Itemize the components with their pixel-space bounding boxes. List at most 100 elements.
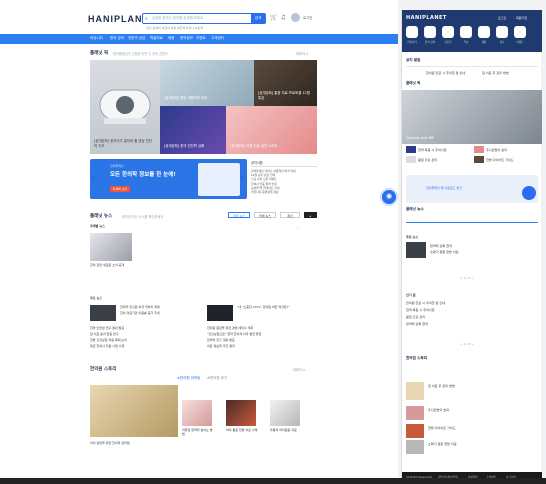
- nav-item[interactable]: 학술자료: [150, 36, 163, 41]
- latest2-item[interactable]: "내 "소중한 CCTV, 한의원 어떤 역할은?": [237, 305, 290, 309]
- tab-news-latest[interactable]: 최신: [280, 212, 300, 218]
- login-link[interactable]: 로그인: [303, 15, 312, 20]
- mobile-list-item[interactable]: 봄철 건강 관리: [406, 314, 536, 319]
- mobile-thumb[interactable]: [406, 424, 424, 438]
- story-item[interactable]: 두통과 어지럼증 치료: [270, 428, 302, 446]
- mobile-thumb[interactable]: [406, 146, 416, 153]
- mobile-menu-icon[interactable]: [514, 26, 526, 38]
- mobile-thumb[interactable]: [474, 146, 484, 153]
- story-main-image[interactable]: [90, 385, 178, 437]
- nav-item[interactable]: 한의 강좌: [110, 36, 124, 41]
- topic-thumbnail[interactable]: [90, 233, 132, 261]
- latest-item[interactable]: 한의학 연구원 외국 학술지 게재: [120, 305, 160, 309]
- latest2-item[interactable]: 한의원 원장을 위한 경영 세미나 개최: [207, 326, 253, 330]
- latest2-item[interactable]: "건강보험으로" 협약 한의계 이후 발전 방향: [207, 332, 261, 336]
- tab-news-hani[interactable]: 한의 뉴스: [228, 212, 250, 218]
- chevron-right-icon[interactable]: ›: [241, 175, 243, 182]
- avatar[interactable]: [291, 13, 300, 22]
- banner-button[interactable]: 자세히 보기: [110, 186, 130, 192]
- featured-tile[interactable]: [공개강좌] 통증 치료 프로토콜 12월 특강: [254, 60, 317, 106]
- latest-item[interactable]: 침 치료 효과 입증 연구: [90, 332, 119, 336]
- mobile-list-item[interactable]: 추나요법의 효과: [486, 147, 536, 152]
- story-thumbnail[interactable]: [226, 400, 256, 426]
- bell-icon[interactable]: ♫: [280, 14, 288, 21]
- mobile-chat-fab-button[interactable]: [522, 186, 536, 200]
- featured-tile[interactable]: [공개강좌] 한방 재활의학 특강: [160, 60, 254, 106]
- search-input[interactable]: 궁금한 한의사 정보를 검색해 보세요: [152, 15, 203, 20]
- featured-tile[interactable]: [공개강좌] 한의사가 알아야 할 영상 진단의 기초: [90, 60, 160, 154]
- mobile-list-item[interactable]: 한방 다이어트 가이드: [428, 425, 536, 430]
- mobile-list-item[interactable]: 한의원 진료 시 주의할 점 안내: [406, 300, 536, 305]
- nav-item[interactable]: 한의정보: [180, 36, 193, 41]
- mobile-menu-icon[interactable]: [442, 26, 454, 38]
- latest-item[interactable]: 한약 안전성 연구 결과 발표: [90, 326, 124, 330]
- notice-item[interactable]: 커뮤니티 운영정책 개정: [251, 190, 317, 194]
- nav-item[interactable]: 채용: [168, 36, 174, 41]
- search-bar[interactable]: ⌕ 궁금한 한의사 정보를 검색해 보세요 검색: [142, 13, 266, 24]
- story-thumbnail[interactable]: [270, 400, 300, 426]
- story-tab[interactable]: #한의원 후기: [207, 376, 227, 380]
- promo-banner[interactable]: 한의플래닛 모든 한의학 정보를 한 눈에! 자세히 보기: [90, 159, 247, 199]
- mobile-thumb[interactable]: [406, 440, 424, 454]
- mobile-list-item[interactable]: 침 치료 후 관리 방법: [482, 70, 509, 75]
- mobile-list-item[interactable]: 소화기 질환 한방 치료: [428, 441, 536, 446]
- mobile-list-item[interactable]: 한약 복용 시 주의사항: [406, 307, 536, 312]
- featured-tile[interactable]: [공개강좌] 약침 치료 실전 노하우: [226, 106, 317, 154]
- cart-icon[interactable]: 🛒: [270, 14, 280, 21]
- latest2-item[interactable]: 한의약 진흥 계획 발표: [207, 338, 235, 342]
- mobile-list-item[interactable]: 추나요법의 효과: [428, 407, 536, 412]
- nav-item[interactable]: 전문가 상담: [128, 36, 145, 41]
- mobile-list-item[interactable]: 한의원 진료 시 주의할 점 안내: [426, 70, 465, 75]
- mobile-menu-icon[interactable]: [460, 26, 472, 38]
- mobile-list-item[interactable]: 소화기 질환 한방 치료: [430, 249, 536, 254]
- mobile-menu-icon[interactable]: [496, 26, 508, 38]
- latest-item[interactable]: 청년 한의사 지원 사업 시행: [90, 344, 124, 348]
- story-thumbnail[interactable]: [182, 400, 212, 426]
- chevron-left-icon[interactable]: ‹: [92, 175, 94, 182]
- story-item[interactable]: 허리 통증 한방 치료 사례: [226, 428, 258, 446]
- mobile-list-item[interactable]: 침 치료 후 관리 방법: [428, 383, 536, 388]
- mobile-signup-link[interactable]: 회원가입: [516, 16, 527, 20]
- mobile-thumb[interactable]: [406, 406, 424, 420]
- latest2-item[interactable]: 의료 정보화 추진 결과: [207, 344, 235, 348]
- mobile-menu-icon[interactable]: [424, 26, 436, 38]
- nav-item[interactable]: 커뮤니티: [90, 36, 103, 41]
- mobile-logo[interactable]: HANIPLANET: [406, 15, 447, 21]
- latest-item[interactable]: 한의 의료기관 이용률 증가 추세: [120, 311, 160, 315]
- chat-fab-button[interactable]: ◉: [380, 188, 398, 206]
- mobile-menu-icon[interactable]: [478, 26, 490, 38]
- hot-tags[interactable]: 인기 검색어 #한의 #침 #한약 #추나 #보약: [146, 26, 203, 30]
- search-button[interactable]: 검색: [251, 14, 265, 23]
- mobile-list-item[interactable]: 한약 복용 시 주의사항: [418, 147, 468, 152]
- mobile-thumb[interactable]: [474, 156, 484, 163]
- mobile-menu-icon[interactable]: [406, 26, 418, 38]
- mobile-thumb[interactable]: [406, 156, 416, 163]
- mobile-app-banner[interactable]: 한의플래닛 앱 다운로드 받기: [406, 175, 538, 203]
- nav-item[interactable]: 이벤트: [196, 36, 206, 41]
- mobile-list-item[interactable]: 면역력 강화 한약: [406, 321, 536, 326]
- mobile-view: HANIPLANET 로그인 회원가입 커뮤니티 한의 강좌 전문가 학술 채용…: [401, 10, 542, 484]
- mobile-list-item[interactable]: 면역력 강화 한약: [430, 243, 536, 248]
- tab-news-all[interactable]: 전체 뉴스: [254, 212, 276, 218]
- tile-caption: [공개강좌] 통증 치료 프로토콜 12월 특강: [258, 91, 310, 100]
- mobile-list-item[interactable]: 한방 다이어트 가이드: [486, 157, 536, 162]
- topic-pager[interactable]: ‹ ›: [296, 226, 299, 230]
- mobile-thumb[interactable]: [406, 242, 426, 258]
- featured-more-link[interactable]: 더보기 >: [296, 51, 308, 56]
- topic-caption[interactable]: 한의 관련 새로운 소식 공개: [90, 263, 134, 275]
- latest-thumbnail[interactable]: [90, 305, 116, 321]
- mobile-pager[interactable]: < 1 / 5 >: [460, 342, 474, 346]
- nav-item[interactable]: 고객센터: [211, 36, 224, 41]
- mobile-pager[interactable]: < 1 / 5 >: [460, 276, 474, 280]
- mobile-thumb[interactable]: [406, 382, 424, 400]
- story-tab[interactable]: #한의원 마케팅: [177, 376, 200, 380]
- latest-item[interactable]: 한방 건강보험 적용 확대 논의: [90, 338, 127, 342]
- story-more-link[interactable]: 더보기 >: [293, 367, 305, 372]
- mobile-list-item[interactable]: 봄철 건강 관리: [418, 157, 468, 162]
- tab-news-more[interactable]: ▸: [304, 212, 317, 218]
- mobile-login-link[interactable]: 로그인: [498, 16, 506, 20]
- featured-tile[interactable]: [공개강좌] 한의 진단학 심화: [160, 106, 226, 154]
- story-item[interactable]: 겨울철 면역력 높이는 방법: [182, 428, 214, 446]
- story-main-text[interactable]: 아이 성장을 위한 한의학 관리법: [90, 441, 178, 459]
- latest2-thumbnail[interactable]: [207, 305, 233, 321]
